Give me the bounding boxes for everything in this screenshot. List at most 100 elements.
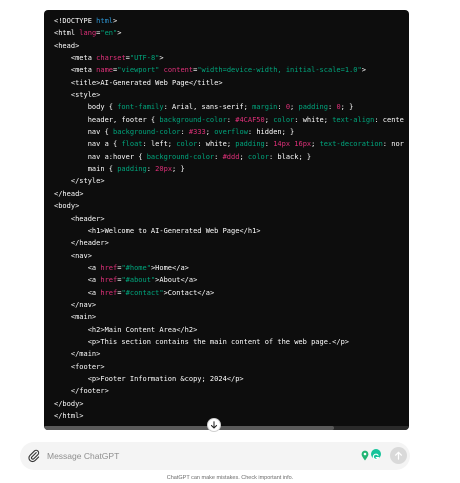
code-token: </body> (54, 399, 84, 408)
code-token: "width=device-width, initial-scale=1.0" (197, 66, 362, 75)
code-token: > (159, 54, 164, 63)
code-token: href (100, 263, 118, 272)
code-token: <main> (54, 313, 97, 322)
code-line: </body> (54, 398, 404, 410)
paperclip-icon[interactable] (27, 449, 41, 463)
code-token: <meta (54, 54, 97, 63)
code-token: </footer> (54, 387, 109, 396)
message-input[interactable] (47, 446, 347, 466)
code-token: <header> (54, 214, 105, 223)
code-token: #ddd (222, 152, 240, 161)
code-token: name (96, 66, 114, 75)
code-token: "#contact" (121, 288, 164, 297)
location-pin-icon[interactable] (361, 450, 369, 461)
code-token: background-color (113, 128, 181, 137)
grammarly-g-icon (372, 453, 380, 460)
code-token: #4CAF50 (235, 115, 265, 124)
code-token: ; (205, 128, 215, 137)
code-line: </footer> (54, 385, 404, 397)
code-line: <header> (54, 213, 404, 225)
scrollbar-thumb[interactable] (44, 426, 334, 430)
code-token: > (361, 66, 366, 75)
code-token: </header> (54, 239, 109, 248)
code-token: "en" (100, 29, 118, 38)
code-token: : left; (142, 140, 177, 149)
code-horizontal-scrollbar[interactable] (44, 426, 409, 430)
code-token: : (264, 140, 274, 149)
code-token: : (214, 152, 223, 161)
code-token: </style> (54, 177, 105, 186)
code-token: <h1>Welcome to AI-Generated Web Page</h1… (54, 226, 261, 235)
grammarly-icon[interactable] (371, 449, 381, 460)
code-token: <footer> (54, 362, 105, 371)
code-token: </html> (54, 412, 84, 420)
code-token: <style> (54, 91, 101, 100)
code-token: <body> (54, 202, 80, 211)
code-line: <p>Footer Information &copy; 2024</p> (54, 373, 404, 385)
code-token: ; (239, 152, 248, 161)
code-token: padding (298, 103, 328, 112)
code-token: : cente (374, 115, 404, 124)
code-token: color (273, 115, 295, 124)
code-token: > (117, 29, 122, 38)
scroll-to-bottom-button[interactable] (207, 418, 221, 432)
code-token: ; } (340, 103, 354, 112)
code-token: #333 (188, 128, 206, 137)
code-token: background-color (159, 115, 227, 124)
code-token: body { (54, 103, 118, 112)
code-token: <p>This section contains the main conten… (54, 337, 350, 346)
code-token: <a (54, 288, 101, 297)
code-token: <meta (54, 66, 97, 75)
code-line: <h2>Main Content Area</h2> (54, 324, 404, 336)
code-line: <a href="#contact">Contact</a> (54, 287, 404, 299)
code-token: ; (311, 140, 320, 149)
code-token: href (100, 288, 118, 297)
code-token: <head> (54, 41, 80, 50)
code-token: <h2>Main Content Area</h2> (54, 325, 198, 334)
code-token: 14px 16px (273, 140, 312, 149)
send-button[interactable] (390, 447, 407, 464)
code-line: <h1>Welcome to AI-Generated Web Page</h1… (54, 225, 404, 237)
code-line: <meta name="viewport" content="width=dev… (54, 64, 404, 76)
code-line: nav a { float: left; color: white; paddi… (54, 138, 404, 150)
code-line: header, footer { background-color: #4CAF… (54, 114, 404, 126)
code-token: float (121, 140, 143, 149)
disclaimer-text: ChatGPT can make mistakes. Check importa… (166, 475, 294, 481)
code-token: <!DOCTYPE (54, 17, 97, 25)
code-token: <p>Footer Information &copy; 2024</p> (54, 374, 244, 383)
code-token: href (100, 276, 118, 285)
code-token: nav a { (54, 140, 122, 149)
code-line: </style> (54, 175, 404, 187)
code-line: <a href="#home">Home</a> (54, 262, 404, 274)
code-token: text-align (332, 115, 375, 124)
code-line: <a href="#about">About</a> (54, 274, 404, 286)
code-token: <nav> (54, 251, 92, 260)
code-token: nav { (54, 128, 114, 137)
code-line: <meta charset="UTF-8"> (54, 52, 404, 64)
code-line: </head> (54, 188, 404, 200)
code-token: </nav> (54, 300, 97, 309)
code-line: <p>This section contains the main conten… (54, 336, 404, 348)
code-token: <a (54, 263, 101, 272)
code-token: : hidden; } (247, 128, 295, 137)
code-token: color (176, 140, 198, 149)
code-token: padding (117, 165, 147, 174)
code-line: <!DOCTYPE html> (54, 15, 404, 27)
code-line: </main> (54, 348, 404, 360)
code-token: font-family (117, 103, 164, 112)
code-block: <!DOCTYPE html> <html lang="en"> <head> <m… (44, 10, 409, 430)
code-line: <head> (54, 40, 404, 52)
code-line: </header> (54, 237, 404, 249)
code-token: content (163, 66, 194, 75)
code-token: charset (96, 54, 126, 63)
code-token: : (226, 115, 236, 124)
code-token: </head> (54, 189, 84, 198)
code-token: : nor (382, 140, 404, 149)
code-token: text-decoration (319, 140, 383, 149)
code-line: <title>AI-Generated Web Page</title> (54, 77, 404, 89)
code-token: <a (54, 276, 101, 285)
code-token: nav a:hover { (54, 152, 147, 161)
code-token: : black; } (268, 152, 312, 161)
code-token: <html (54, 29, 80, 38)
code-line: </html> (54, 410, 404, 422)
